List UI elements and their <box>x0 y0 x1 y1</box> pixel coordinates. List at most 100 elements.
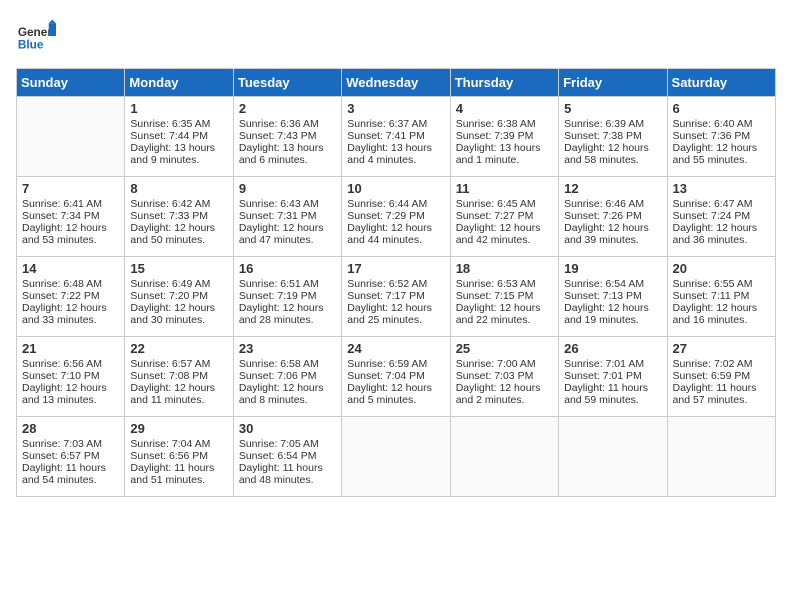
day-info-line: Sunset: 7:22 PM <box>22 290 119 302</box>
day-info-line: Sunrise: 7:04 AM <box>130 438 227 450</box>
day-info-line: Sunrise: 6:58 AM <box>239 358 336 370</box>
calendar-day: 5Sunrise: 6:39 AMSunset: 7:38 PMDaylight… <box>559 97 667 177</box>
day-number: 23 <box>239 341 336 356</box>
day-number: 7 <box>22 181 119 196</box>
day-info-line: and 4 minutes. <box>347 154 444 166</box>
calendar-day: 27Sunrise: 7:02 AMSunset: 6:59 PMDayligh… <box>667 337 775 417</box>
day-info-line: Sunset: 7:01 PM <box>564 370 661 382</box>
day-info-line: and 25 minutes. <box>347 314 444 326</box>
day-info-line: and 57 minutes. <box>673 394 770 406</box>
day-number: 2 <box>239 101 336 116</box>
day-info-line: Sunrise: 6:54 AM <box>564 278 661 290</box>
day-info-line: and 51 minutes. <box>130 474 227 486</box>
weekday-header: Monday <box>125 69 233 97</box>
day-number: 25 <box>456 341 553 356</box>
calendar-day: 15Sunrise: 6:49 AMSunset: 7:20 PMDayligh… <box>125 257 233 337</box>
day-number: 24 <box>347 341 444 356</box>
day-info-line: Daylight: 12 hours <box>564 142 661 154</box>
day-number: 16 <box>239 261 336 276</box>
day-info-line: Sunrise: 7:05 AM <box>239 438 336 450</box>
day-number: 18 <box>456 261 553 276</box>
day-info-line: Daylight: 12 hours <box>347 222 444 234</box>
calendar-day: 3Sunrise: 6:37 AMSunset: 7:41 PMDaylight… <box>342 97 450 177</box>
day-number: 1 <box>130 101 227 116</box>
calendar-day: 18Sunrise: 6:53 AMSunset: 7:15 PMDayligh… <box>450 257 558 337</box>
day-info-line: Sunset: 7:03 PM <box>456 370 553 382</box>
weekday-header: Friday <box>559 69 667 97</box>
calendar-day: 12Sunrise: 6:46 AMSunset: 7:26 PMDayligh… <box>559 177 667 257</box>
calendar-day: 24Sunrise: 6:59 AMSunset: 7:04 PMDayligh… <box>342 337 450 417</box>
day-number: 21 <box>22 341 119 356</box>
day-number: 9 <box>239 181 336 196</box>
day-info-line: and 19 minutes. <box>564 314 661 326</box>
day-info-line: and 47 minutes. <box>239 234 336 246</box>
day-info-line: and 22 minutes. <box>456 314 553 326</box>
day-info-line: Daylight: 12 hours <box>347 382 444 394</box>
calendar-day: 14Sunrise: 6:48 AMSunset: 7:22 PMDayligh… <box>17 257 125 337</box>
day-number: 29 <box>130 421 227 436</box>
calendar-day: 2Sunrise: 6:36 AMSunset: 7:43 PMDaylight… <box>233 97 341 177</box>
logo: General Blue <box>16 16 60 56</box>
calendar-day: 7Sunrise: 6:41 AMSunset: 7:34 PMDaylight… <box>17 177 125 257</box>
weekday-header: Wednesday <box>342 69 450 97</box>
calendar-day: 30Sunrise: 7:05 AMSunset: 6:54 PMDayligh… <box>233 417 341 497</box>
day-info-line: Daylight: 12 hours <box>130 222 227 234</box>
day-info-line: Daylight: 12 hours <box>456 382 553 394</box>
day-info-line: Sunrise: 7:02 AM <box>673 358 770 370</box>
day-info-line: Sunset: 7:29 PM <box>347 210 444 222</box>
day-info-line: Sunrise: 6:55 AM <box>673 278 770 290</box>
day-info-line: Daylight: 12 hours <box>347 302 444 314</box>
day-info-line: and 28 minutes. <box>239 314 336 326</box>
day-info-line: and 44 minutes. <box>347 234 444 246</box>
day-info-line: and 11 minutes. <box>130 394 227 406</box>
day-info-line: Sunrise: 6:52 AM <box>347 278 444 290</box>
day-number: 5 <box>564 101 661 116</box>
day-info-line: Sunrise: 6:39 AM <box>564 118 661 130</box>
day-info-line: Sunset: 7:26 PM <box>564 210 661 222</box>
day-number: 28 <box>22 421 119 436</box>
day-number: 11 <box>456 181 553 196</box>
day-info-line: Daylight: 12 hours <box>239 382 336 394</box>
day-info-line: Sunrise: 6:49 AM <box>130 278 227 290</box>
calendar-day: 16Sunrise: 6:51 AMSunset: 7:19 PMDayligh… <box>233 257 341 337</box>
day-info-line: Sunrise: 7:03 AM <box>22 438 119 450</box>
day-info-line: Sunrise: 6:45 AM <box>456 198 553 210</box>
weekday-header: Thursday <box>450 69 558 97</box>
calendar-day: 28Sunrise: 7:03 AMSunset: 6:57 PMDayligh… <box>17 417 125 497</box>
day-info-line: Daylight: 11 hours <box>564 382 661 394</box>
day-info-line: Daylight: 12 hours <box>564 302 661 314</box>
day-number: 30 <box>239 421 336 436</box>
day-info-line: Sunrise: 6:44 AM <box>347 198 444 210</box>
day-info-line: Daylight: 12 hours <box>22 382 119 394</box>
calendar-day: 8Sunrise: 6:42 AMSunset: 7:33 PMDaylight… <box>125 177 233 257</box>
calendar-day: 17Sunrise: 6:52 AMSunset: 7:17 PMDayligh… <box>342 257 450 337</box>
day-number: 8 <box>130 181 227 196</box>
day-info-line: Sunrise: 6:36 AM <box>239 118 336 130</box>
day-info-line: Sunset: 7:04 PM <box>347 370 444 382</box>
logo-icon: General Blue <box>16 16 56 56</box>
svg-text:Blue: Blue <box>18 38 44 52</box>
day-info-line: and 5 minutes. <box>347 394 444 406</box>
day-info-line: Sunrise: 6:51 AM <box>239 278 336 290</box>
day-info-line: and 48 minutes. <box>239 474 336 486</box>
day-number: 12 <box>564 181 661 196</box>
day-info-line: Daylight: 12 hours <box>239 222 336 234</box>
day-info-line: and 33 minutes. <box>22 314 119 326</box>
day-info-line: and 59 minutes. <box>564 394 661 406</box>
day-info-line: and 8 minutes. <box>239 394 336 406</box>
day-info-line: Daylight: 12 hours <box>564 222 661 234</box>
day-info-line: and 39 minutes. <box>564 234 661 246</box>
calendar-day: 26Sunrise: 7:01 AMSunset: 7:01 PMDayligh… <box>559 337 667 417</box>
day-info-line: Sunset: 7:13 PM <box>564 290 661 302</box>
weekday-header: Saturday <box>667 69 775 97</box>
day-info-line: Sunset: 7:31 PM <box>239 210 336 222</box>
day-info-line: Daylight: 12 hours <box>673 302 770 314</box>
day-info-line: Daylight: 12 hours <box>22 222 119 234</box>
day-info-line: Daylight: 11 hours <box>239 462 336 474</box>
day-info-line: Sunset: 7:11 PM <box>673 290 770 302</box>
day-info-line: Sunset: 7:44 PM <box>130 130 227 142</box>
calendar-header: SundayMondayTuesdayWednesdayThursdayFrid… <box>17 69 776 97</box>
day-info-line: Daylight: 11 hours <box>673 382 770 394</box>
day-info-line: Sunset: 7:34 PM <box>22 210 119 222</box>
day-info-line: Daylight: 12 hours <box>456 302 553 314</box>
